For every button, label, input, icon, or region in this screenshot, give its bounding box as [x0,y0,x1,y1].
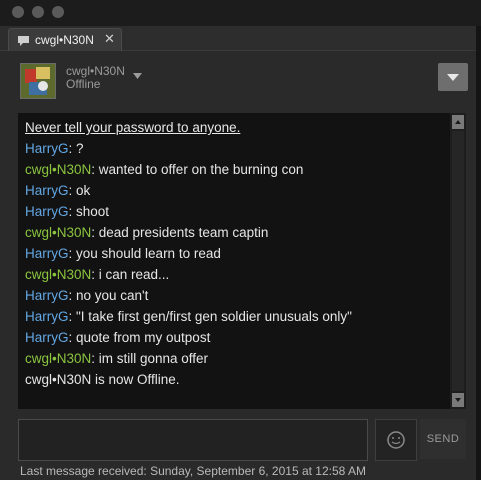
message-text: : quote from my outpost [68,330,211,345]
message-text: : ok [68,183,91,198]
status-message: cwgl•N30N is now Offline. [25,372,180,387]
message-text: : "I take first gen/first gen soldier un… [68,309,352,324]
message-text: : ? [68,141,84,156]
message-text: : wanted to offer on the burning con [91,162,304,177]
message-text: : you should learn to read [68,246,221,261]
friend-name[interactable]: cwgl•N30N [66,64,125,78]
friend-header: cwgl•N30N Offline [0,51,481,111]
chevron-down-icon[interactable] [133,66,142,84]
sender-name[interactable]: HarryG [25,309,69,324]
avatar[interactable] [20,63,56,99]
close-icon[interactable]: ✕ [104,31,115,47]
sender-name[interactable]: cwgl•N30N [25,351,91,366]
tab-conversation[interactable]: cwgl•N30N ✕ [8,28,122,51]
chat-message: cwgl•N30N: im still gonna offer [25,351,208,366]
tab-label: cwgl•N30N [35,33,94,47]
scroll-up-icon[interactable] [452,115,464,129]
message-text: : dead presidents team captin [91,225,269,240]
last-message-timestamp: Last message received: Sunday, September… [20,464,366,478]
chat-options-button[interactable] [438,63,468,91]
chat-message: HarryG: no you can't [25,288,148,303]
chat-message: HarryG: "I take first gen/first gen sold… [25,309,352,324]
close-window-button[interactable] [12,6,24,18]
sender-name[interactable]: HarryG [25,246,69,261]
message-text: : im still gonna offer [91,351,209,366]
security-warning: Never tell your password to anyone. [25,120,241,135]
message-text: : no you can't [68,288,149,303]
message-input[interactable] [18,419,368,461]
message-text: : i can read... [91,267,170,282]
sender-name[interactable]: cwgl•N30N [25,267,91,282]
chat-message: cwgl•N30N: dead presidents team captin [25,225,268,240]
emoticon-button[interactable] [375,419,417,461]
send-button[interactable]: SEND [420,419,466,459]
window-titlebar [0,0,481,26]
sender-name[interactable]: cwgl•N30N [25,162,91,177]
zoom-window-button[interactable] [52,6,64,18]
scroll-track[interactable] [452,131,464,391]
chevron-down-icon [447,74,459,81]
emoji-icon [387,431,405,449]
chat-message: cwgl•N30N: wanted to offer on the burnin… [25,162,303,177]
minimize-window-button[interactable] [32,6,44,18]
sender-name[interactable]: HarryG [25,204,69,219]
chat-message: HarryG: ok [25,183,90,198]
scroll-down-icon[interactable] [452,393,464,407]
chat-message: HarryG: ? [25,141,84,156]
chat-bubble-icon [17,34,30,52]
tab-bar: cwgl•N30N ✕ [0,26,481,51]
sender-name[interactable]: cwgl•N30N [25,225,91,240]
chat-message: cwgl•N30N: i can read... [25,267,169,282]
window-edge [476,26,481,480]
sender-name[interactable]: HarryG [25,141,69,156]
chat-message: HarryG: you should learn to read [25,246,221,261]
sender-name[interactable]: HarryG [25,330,69,345]
chat-message: HarryG: quote from my outpost [25,330,210,345]
sender-name[interactable]: HarryG [25,288,69,303]
friend-status: Offline [66,77,101,91]
sender-name[interactable]: HarryG [25,183,69,198]
chat-log: Never tell your password to anyone. Harr… [18,113,450,409]
message-text: : shoot [68,204,110,219]
chat-scrollbar[interactable] [450,113,466,409]
chat-message: HarryG: shoot [25,204,109,219]
